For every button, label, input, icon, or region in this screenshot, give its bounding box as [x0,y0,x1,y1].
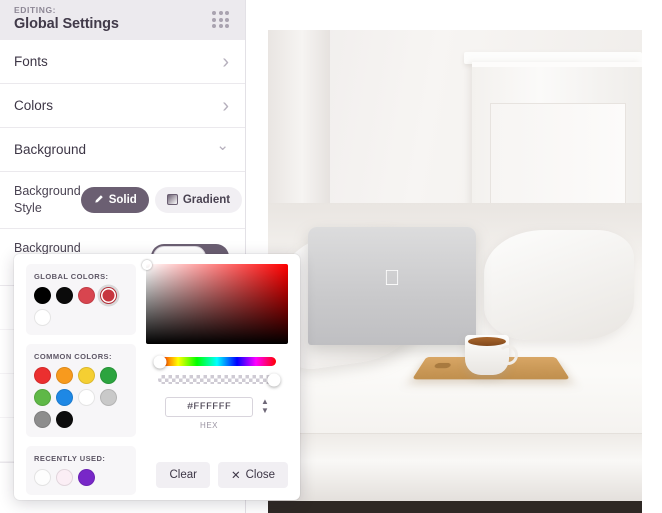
sidebar-item-label: Background [14,142,87,157]
coffee-cup [465,335,518,375]
saturation-value-area[interactable] [142,260,288,344]
hex-caption: HEX [200,421,218,430]
color-picker-swatch-column: GLOBAL COLORS: COMMON COLORS: RECENTLY U… [26,264,136,495]
settings-sidebar: EDITING: Global Settings Fonts Colors Ba… [0,0,300,513]
floor [268,501,642,513]
app-root: EDITING: Global Settings Fonts Colors Ba… [0,0,662,513]
sidebar-item-background[interactable]: Background [0,128,245,172]
global-colors-grid [34,287,128,326]
sidebar-header: EDITING: Global Settings [0,0,245,40]
grid-dots-icon[interactable] [210,9,232,31]
recently-used-grid [34,469,128,486]
global-colors-title: GLOBAL COLORS: [34,272,109,281]
common-colors-grid [34,367,128,428]
color-swatch[interactable] [34,309,51,326]
color-swatch[interactable] [56,389,73,406]
hex-box: HEX [165,396,254,430]
apple-logo-icon:  [382,267,402,289]
color-swatch[interactable] [100,389,117,406]
chevron-up-icon[interactable]: ▲ [261,398,269,406]
color-swatch[interactable] [56,469,73,486]
close-button-label: Close [245,469,275,481]
color-picker-actions: Clear ✕ Close [156,462,288,488]
gradient-style-label: Gradient [182,193,231,206]
common-colors-title: COMMON COLORS: [34,352,112,361]
laptop:  [308,227,476,345]
color-swatch[interactable] [78,287,95,304]
alpha-slider[interactable] [158,373,281,386]
close-button[interactable]: ✕ Close [217,462,288,488]
color-swatch[interactable] [34,367,51,384]
mattress-edge [268,433,642,501]
tray-slot [433,362,452,369]
gradient-style-button[interactable]: Gradient [154,186,243,213]
color-swatch-selected[interactable] [100,287,117,304]
sidebar-item-label: Colors [14,98,54,113]
global-colors-card: GLOBAL COLORS: [26,264,136,335]
hue-slider-handle[interactable] [153,355,167,368]
background-style-toggle: Solid Gradient [80,186,243,213]
editing-label: EDITING: [14,5,57,15]
sidebar-item-label: Fonts [14,54,48,69]
gradient-square-icon [166,194,178,206]
pillow [484,230,634,340]
recently-used-title: RECENTLY USED: [34,454,106,463]
hex-input-group: HEX ▲ ▼ [165,396,269,430]
saturation-handle[interactable] [142,260,152,270]
chevron-down-icon [216,142,229,157]
page-title: Global Settings [14,16,119,32]
alpha-slider-handle[interactable] [267,373,281,386]
clear-button-label: Clear [169,469,197,481]
close-x-icon: ✕ [230,470,241,482]
color-swatch[interactable] [56,367,73,384]
color-swatch[interactable] [34,469,51,486]
common-colors-card: COMMON COLORS: [26,344,136,437]
color-swatch[interactable] [34,411,51,428]
recently-used-card: RECENTLY USED: [26,446,136,495]
color-swatch[interactable] [56,411,73,428]
color-swatch[interactable] [78,469,95,486]
color-swatch[interactable] [56,287,73,304]
brush-icon [93,194,104,205]
preview-pane:  [246,0,662,513]
clear-button[interactable]: Clear [156,462,210,488]
color-picker-popup: GLOBAL COLORS: COMMON COLORS: RECENTLY U… [14,254,300,500]
slider-group [153,355,281,386]
solid-style-label: Solid [108,193,137,206]
color-swatch[interactable] [34,287,51,304]
color-swatch[interactable] [34,389,51,406]
color-swatch[interactable] [100,367,117,384]
solid-style-button[interactable]: Solid [80,186,149,213]
chevron-down-icon[interactable]: ▼ [261,407,269,415]
color-swatch[interactable] [78,367,95,384]
hex-stepper[interactable]: ▲ ▼ [261,398,269,415]
color-picker-controls: HEX ▲ ▼ [142,260,288,490]
color-swatch[interactable] [78,389,95,406]
background-preview-image:  [268,30,642,513]
sidebar-item-fonts[interactable]: Fonts [0,40,245,84]
background-style-field: Background Style Solid Gradient [0,172,245,229]
sidebar-item-colors[interactable]: Colors [0,84,245,128]
chevron-right-icon [222,52,229,72]
hue-slider[interactable] [153,355,276,368]
hex-input[interactable] [165,397,254,417]
coffee-surface [468,337,506,346]
chevron-right-icon [222,96,229,116]
background-style-label: Background Style [14,184,81,215]
